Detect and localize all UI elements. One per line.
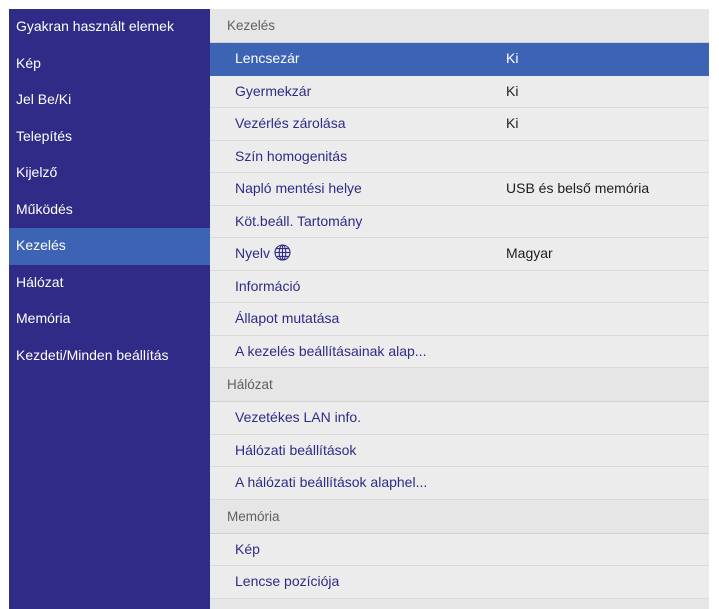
menu-row-label: A hálózati beállítások alaphel... bbox=[235, 474, 428, 490]
menu-row-value: Magyar bbox=[506, 245, 553, 261]
sidebar-item-installation[interactable]: Telepítés bbox=[9, 119, 210, 156]
sidebar: Gyakran használt elemek Kép Jel Be/Ki Te… bbox=[9, 9, 210, 609]
section-header-network: Hálózat bbox=[210, 368, 709, 402]
menu-row-value: Ki bbox=[506, 82, 519, 99]
menu-row-log-save-location[interactable]: Napló mentési helye USB és belső memória bbox=[210, 173, 709, 206]
menu-row-label: Köt.beáll. Tartomány bbox=[235, 212, 363, 229]
sidebar-item-memory[interactable]: Memória bbox=[9, 301, 210, 338]
menu-row-value: Ki bbox=[506, 115, 519, 131]
menu-row-lens-lock[interactable]: Lencsezár Ki bbox=[210, 43, 709, 76]
menu-row-label: Információ bbox=[235, 277, 301, 294]
sidebar-item-signal-io[interactable]: Jel Be/Ki bbox=[9, 82, 210, 119]
menu-row-control-lock[interactable]: Vezérlés zárolása Ki bbox=[210, 108, 709, 141]
menu-row-wired-lan-info[interactable]: Vezetékes LAN info. bbox=[210, 402, 709, 435]
menu-row-reset-network-settings[interactable]: A hálózati beállítások alaphel... bbox=[210, 467, 709, 500]
sidebar-item-network[interactable]: Hálózat bbox=[9, 265, 210, 302]
menu-row-value: Ki bbox=[506, 50, 519, 66]
sidebar-item-operation[interactable]: Működés bbox=[9, 192, 210, 229]
menu-row-label-wrap: Nyelv bbox=[235, 238, 291, 272]
settings-panel: Kezelés Lencsezár Ki Gyermekzár Ki Vezér… bbox=[210, 9, 709, 609]
menu-row-label: Vezérlés zárolása bbox=[235, 115, 346, 131]
sidebar-item-image[interactable]: Kép bbox=[9, 46, 210, 83]
menu-row-network-settings[interactable]: Hálózati beállítások bbox=[210, 434, 709, 467]
globe-icon bbox=[274, 241, 291, 272]
menu-row-lens-position[interactable]: Lencse pozíciója bbox=[210, 566, 709, 599]
menu-row-label: Nyelv bbox=[235, 245, 271, 261]
menu-row-label: Állapot mutatása bbox=[235, 310, 340, 326]
settings-menu: Gyakran használt elemek Kép Jel Be/Ki Te… bbox=[9, 9, 709, 609]
menu-row-label: Lencse pozíciója bbox=[235, 573, 340, 589]
menu-row-reset-management-settings[interactable]: A kezelés beállításainak alap... bbox=[210, 335, 709, 368]
menu-row-language[interactable]: Nyelv Magyar bbox=[210, 238, 709, 271]
menu-row-label: A kezelés beállításainak alap... bbox=[235, 342, 427, 359]
menu-row-label: Vezetékes LAN info. bbox=[235, 409, 362, 425]
sidebar-item-initial-all-settings[interactable]: Kezdeti/Minden beállítás bbox=[9, 338, 210, 375]
section-header-management: Kezelés bbox=[210, 9, 709, 43]
menu-row-memory-image[interactable]: Kép bbox=[210, 533, 709, 566]
section-header-memory: Memória bbox=[210, 499, 709, 534]
menu-row-label: Gyermekzár bbox=[235, 82, 312, 99]
sidebar-item-display[interactable]: Kijelző bbox=[9, 155, 210, 192]
menu-row-label: Lencsezár bbox=[235, 50, 300, 66]
menu-row-label: Szín homogenitás bbox=[235, 147, 348, 164]
menu-row-batch-setting-range[interactable]: Köt.beáll. Tartomány bbox=[210, 205, 709, 238]
sidebar-item-frequently-used[interactable]: Gyakran használt elemek bbox=[9, 9, 210, 46]
menu-row-color-uniformity[interactable]: Szín homogenitás bbox=[210, 140, 709, 173]
menu-row-label: Napló mentési helye bbox=[235, 180, 362, 196]
menu-row-child-lock[interactable]: Gyermekzár Ki bbox=[210, 75, 709, 108]
sidebar-item-management[interactable]: Kezelés bbox=[9, 228, 210, 265]
menu-row-status-display[interactable]: Állapot mutatása bbox=[210, 303, 709, 336]
menu-row-label: Hálózati beállítások bbox=[235, 441, 357, 458]
menu-row-information[interactable]: Információ bbox=[210, 270, 709, 303]
menu-row-label: Kép bbox=[235, 540, 260, 557]
menu-row-value: USB és belső memória bbox=[506, 180, 650, 196]
